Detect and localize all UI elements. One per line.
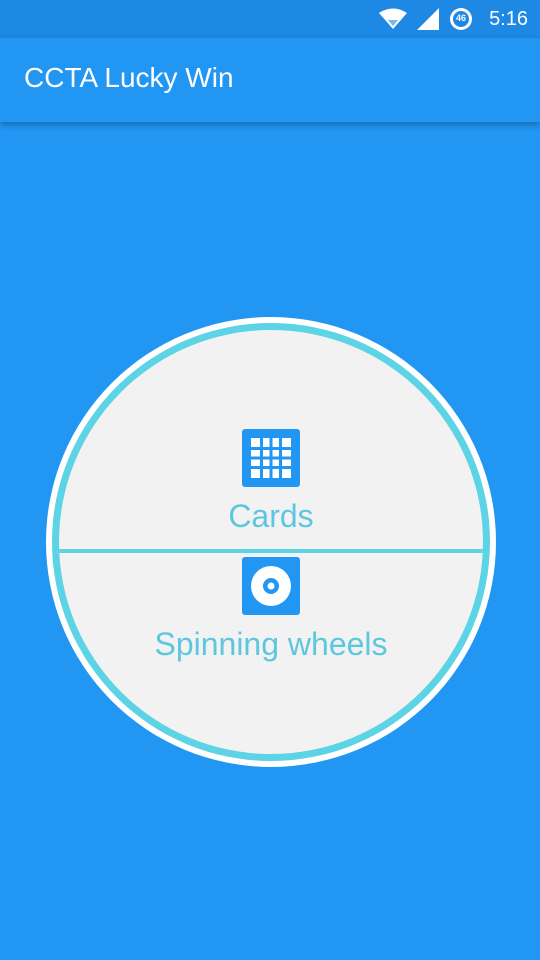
app-title: CCTA Lucky Win xyxy=(24,62,234,93)
menu-circle: Cards Spinning wheels xyxy=(46,317,496,767)
status-time: 5:16 xyxy=(489,7,528,30)
disc-icon xyxy=(242,557,300,615)
app-bar: CCTA Lucky Win xyxy=(0,38,540,122)
spinning-wheels-button[interactable]: Spinning wheels xyxy=(59,557,483,663)
menu-face: Cards Spinning wheels xyxy=(59,330,483,754)
status-icons: 46 5:16 xyxy=(379,0,528,38)
cards-button[interactable]: Cards xyxy=(59,429,483,535)
grid-icon xyxy=(242,429,300,487)
spinning-wheels-label: Spinning wheels xyxy=(154,626,388,662)
network-badge-text: 46 xyxy=(456,13,467,23)
menu-divider xyxy=(59,549,483,553)
wifi-icon xyxy=(379,8,408,30)
menu-ring: Cards Spinning wheels xyxy=(52,323,490,761)
cell-signal-icon xyxy=(417,8,440,30)
cards-label: Cards xyxy=(228,498,314,534)
network-badge-icon: 46 xyxy=(449,7,473,31)
status-bar: 46 5:16 xyxy=(0,0,540,38)
